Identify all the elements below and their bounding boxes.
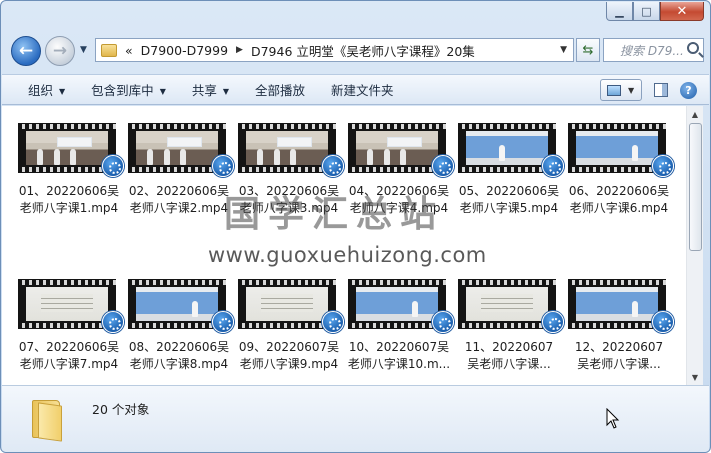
window-controls: ▁ □ ✕	[606, 2, 704, 21]
scroll-up-icon[interactable]: ▲	[687, 106, 703, 122]
file-name-line2: 老师八字课5.mp4	[459, 201, 559, 215]
media-player-icon	[102, 155, 124, 177]
new-folder-button[interactable]: 新建文件夹	[331, 80, 394, 99]
breadcrumb-item-current[interactable]: D7946 立明堂《吴老师八字课程》20集	[251, 41, 475, 60]
media-player-icon	[212, 155, 234, 177]
watermark-url: www.guoxuehuizong.com	[208, 243, 487, 267]
breadcrumb-item-parent[interactable]: D7900-D7999	[141, 43, 228, 58]
search-input[interactable]: 搜索 D79...	[620, 42, 684, 59]
refresh-button[interactable]: ⇆	[576, 38, 600, 62]
file-name[interactable]: 07、20220606吴 老师八字课7.mp4	[14, 339, 124, 373]
help-icon[interactable]: ?	[680, 81, 697, 99]
minimize-button[interactable]: ▁	[606, 2, 633, 21]
include-in-library-menu[interactable]: 包含到库中 ▼	[91, 80, 166, 99]
file-name-line2: 老师八字课1.mp4	[19, 201, 119, 215]
file-name[interactable]: 08、20220606吴 老师八字课8.mp4	[124, 339, 234, 373]
file-name[interactable]: 05、20220606吴 老师八字课5.mp4	[454, 183, 564, 217]
media-player-icon	[322, 311, 344, 333]
file-name[interactable]: 10、20220607吴 老师八字课10.m...	[344, 339, 454, 373]
object-count: 20 个对象	[92, 402, 150, 417]
organize-label: 组织	[28, 83, 54, 98]
change-view-button[interactable]: ▼	[600, 79, 642, 101]
play-all-button[interactable]: 全部播放	[255, 80, 305, 99]
forward-button[interactable]: →	[45, 36, 75, 66]
toolbar-right: ▼ ?	[600, 79, 697, 101]
share-menu[interactable]: 共享 ▼	[192, 80, 229, 99]
file-name-line2: 老师八字课10.m...	[347, 357, 451, 371]
address-bar[interactable]: « D7900-D7999 ▶ D7946 立明堂《吴老师八字课程》20集 ▼	[95, 38, 574, 62]
media-player-icon	[212, 311, 234, 333]
file-name-line1: 02、20220606吴	[128, 184, 230, 198]
maximize-button[interactable]: □	[633, 2, 660, 21]
chevron-down-icon: ▼	[628, 85, 635, 95]
search-icon[interactable]	[687, 42, 699, 54]
breadcrumb-overflow[interactable]: «	[125, 43, 133, 58]
organize-menu[interactable]: 组织 ▼	[28, 80, 65, 99]
media-player-icon	[102, 311, 124, 333]
media-player-icon	[542, 155, 564, 177]
file-name-line1: 10、20220607吴	[348, 340, 450, 354]
file-name-line2: 老师八字课7.mp4	[19, 357, 119, 371]
chevron-down-icon: ▼	[222, 87, 230, 96]
search-box[interactable]: 搜索 D79...	[603, 38, 704, 62]
file-name-line2: 老师八字课2.mp4	[129, 201, 229, 215]
file-name-line1: 01、20220606吴	[18, 184, 120, 198]
media-player-icon	[432, 311, 454, 333]
file-name-line1: 11、20220607	[464, 340, 554, 354]
file-name[interactable]: 11、20220607 吴老师八字课...	[454, 339, 564, 373]
file-name-line2: 吴老师八字课...	[467, 357, 551, 371]
file-name[interactable]: 09、20220607吴 老师八字课9.mp4	[234, 339, 344, 373]
navigation-bar: ← → ▼ « D7900-D7999 ▶ D7946 立明堂《吴老师八字课程》…	[9, 35, 704, 66]
file-name[interactable]: 12、20220607 吴老师八字课...	[564, 339, 674, 373]
close-button[interactable]: ✕	[660, 2, 704, 21]
file-name[interactable]: 01、20220606吴 老师八字课1.mp4	[14, 183, 124, 217]
file-name-line1: 07、20220606吴	[18, 340, 120, 354]
file-name-line2: 老师八字课6.mp4	[569, 201, 669, 215]
details-pane: 20 个对象	[2, 385, 709, 452]
address-dropdown-icon[interactable]: ▼	[560, 45, 567, 55]
watermark-chinese: 国学汇总站	[224, 193, 445, 235]
file-name-line1: 06、20220606吴	[568, 184, 670, 198]
media-player-icon	[322, 155, 344, 177]
file-name-line1: 09、20220607吴	[238, 340, 340, 354]
refresh-icon: ⇆	[582, 42, 594, 58]
scroll-down-icon[interactable]: ▼	[687, 369, 703, 385]
back-button[interactable]: ←	[11, 36, 41, 66]
folder-icon	[101, 43, 117, 57]
chevron-down-icon: ▼	[159, 87, 166, 96]
file-name-line1: 08、20220606吴	[128, 340, 230, 354]
vertical-scrollbar[interactable]: ▲ ▼	[686, 106, 703, 385]
command-bar: 组织 ▼ 包含到库中 ▼ 共享 ▼ 全部播放 新建文件夹 ▼ ?	[2, 74, 709, 105]
file-name-line1: 12、20220607	[574, 340, 664, 354]
include-library-label: 包含到库中	[91, 83, 154, 98]
file-name-line2: 吴老师八字课...	[577, 357, 661, 371]
share-label: 共享	[191, 83, 217, 98]
file-name-line2: 老师八字课9.mp4	[239, 357, 339, 371]
folder-large-icon	[32, 396, 64, 442]
file-name[interactable]: 06、20220606吴 老师八字课6.mp4	[564, 183, 674, 217]
breadcrumb-separator-icon[interactable]: ▶	[236, 45, 243, 55]
media-player-icon	[652, 311, 674, 333]
file-name-line2: 老师八字课8.mp4	[129, 357, 229, 371]
file-name-line1: 05、20220606吴	[458, 184, 560, 198]
media-player-icon	[542, 311, 564, 333]
scrollbar-thumb[interactable]	[689, 123, 702, 251]
media-player-icon	[652, 155, 674, 177]
view-icon	[607, 84, 621, 96]
recent-pages-dropdown-icon[interactable]: ▼	[80, 45, 87, 55]
file-name[interactable]: 02、20220606吴 老师八字课2.mp4	[124, 183, 234, 217]
preview-pane-icon[interactable]	[654, 83, 668, 97]
media-player-icon	[432, 155, 454, 177]
chevron-down-icon: ▼	[59, 87, 66, 96]
